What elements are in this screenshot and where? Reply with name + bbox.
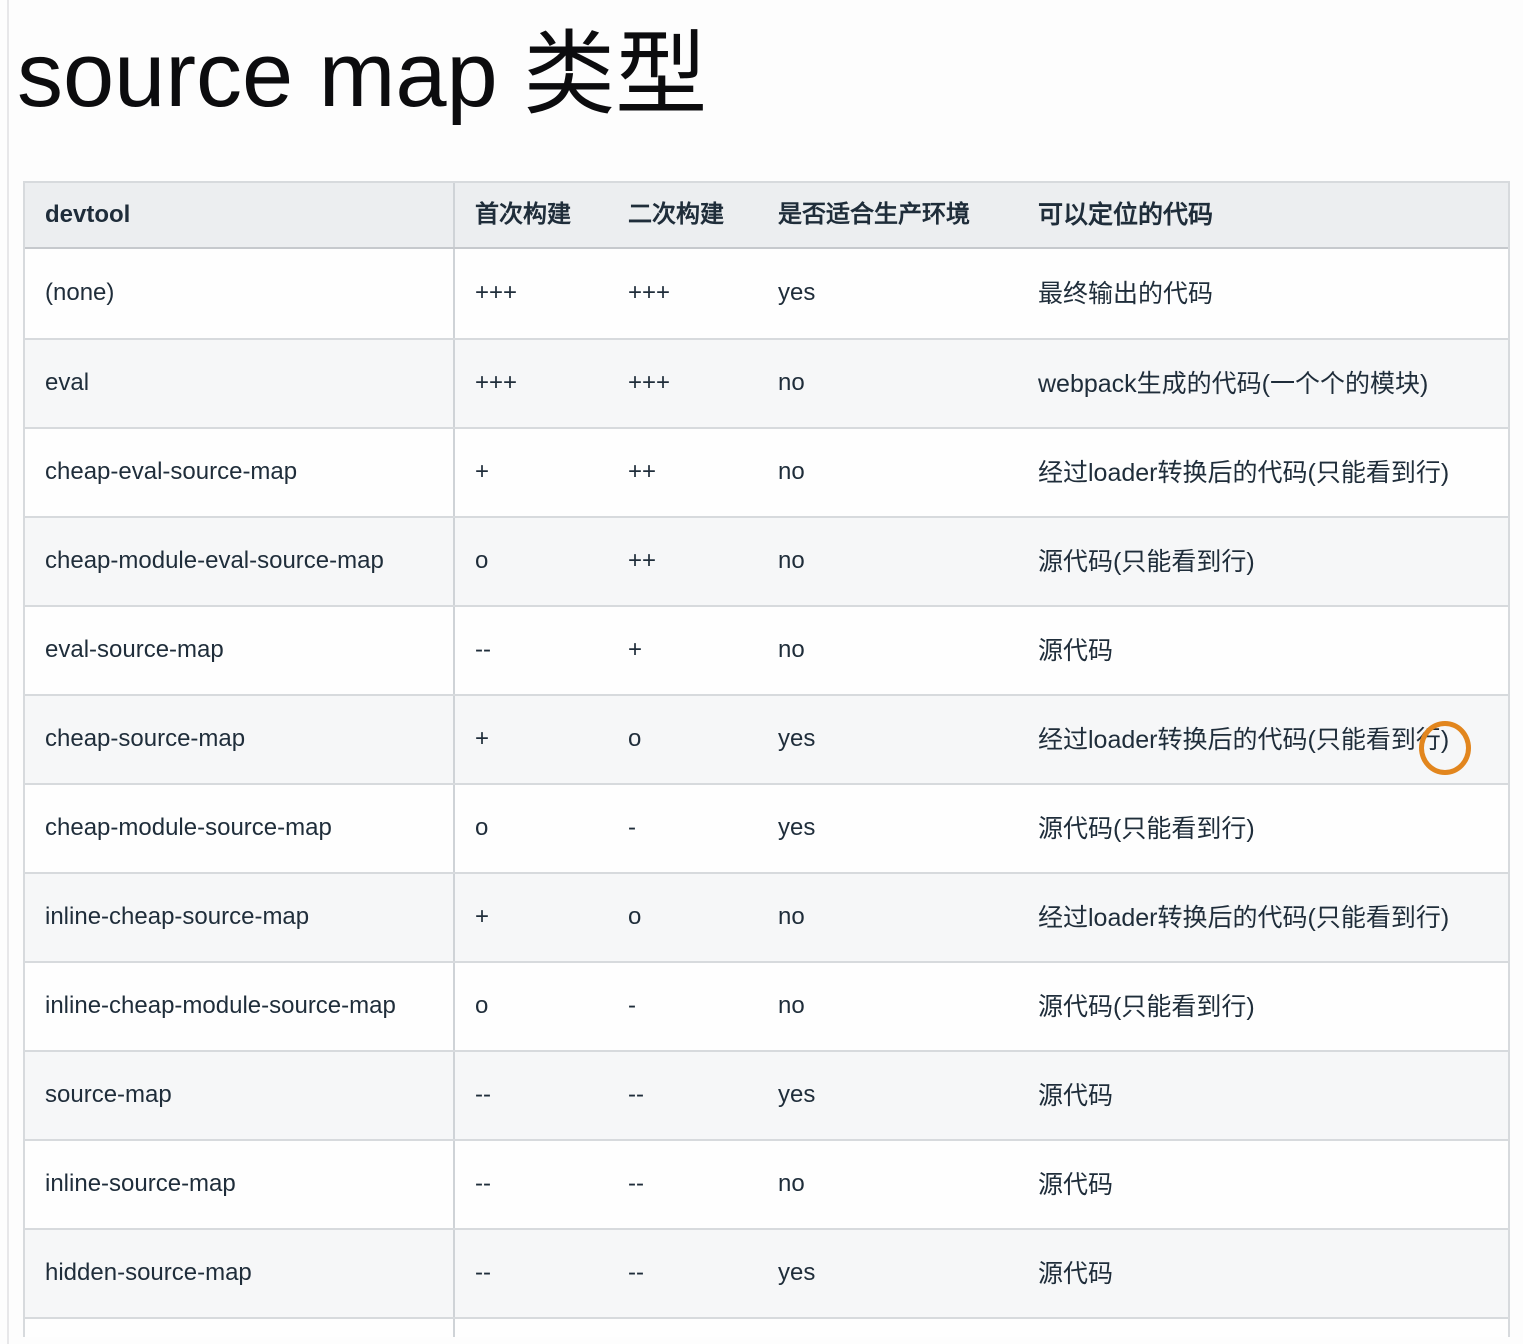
second-build-cell: --	[628, 1081, 644, 1109]
header-cell: 可以定位的代码	[1038, 201, 1214, 229]
first-build-cell: o	[475, 992, 489, 1020]
second-build-cell: o	[628, 903, 642, 931]
locatable-code-cell: 经过loader转换后的代码(只能看到行)	[1038, 458, 1450, 487]
devtool-cell: cheap-module-eval-source-map	[25, 518, 455, 605]
production-cell: no	[778, 369, 805, 397]
table-row: inline-cheap-source-map + o no 经过loader转换后的代…	[25, 872, 1508, 961]
first-build-cell: --	[475, 1170, 491, 1198]
devtool-cell: cheap-source-map	[25, 696, 455, 783]
locatable-code-cell: 源代码(只能看到行)	[1038, 992, 1255, 1021]
first-build-cell: +++	[475, 279, 518, 307]
header-cell: 是否适合生产环境	[778, 200, 970, 228]
second-build-cell: +++	[628, 369, 671, 397]
production-cell: no	[778, 458, 805, 486]
second-build-cell: o	[628, 725, 642, 753]
table-body: (none) +++ +++ yes 最终输出的代码 eval +++ +++ no webpac…	[25, 249, 1508, 1317]
locatable-code-cell: 源代码	[1038, 636, 1114, 665]
first-build-cell: --	[475, 636, 491, 664]
locatable-code-cell: 最终输出的代码	[1038, 279, 1214, 308]
table-row: eval +++ +++ no webpack生成的代码(一个个的模块)	[25, 338, 1508, 427]
devtool-cell: cheap-module-source-map	[25, 785, 455, 872]
locatable-code-cell: 经过loader转换后的代码(只能看到行)	[1038, 903, 1450, 932]
devtool-cell: source-map	[25, 1052, 455, 1139]
second-build-cell: -	[628, 992, 636, 1020]
production-cell: no	[778, 1170, 805, 1198]
devtool-cell: eval	[25, 340, 455, 427]
first-build-cell: +	[475, 725, 490, 753]
first-build-cell: --	[475, 1259, 491, 1287]
header-cell: 二次构建	[628, 200, 724, 228]
table-row: inline-source-map -- -- no 源代码	[25, 1139, 1508, 1228]
production-cell: yes	[778, 1259, 816, 1287]
second-build-cell: +++	[628, 279, 671, 307]
header-cell: 首次构建	[475, 200, 571, 228]
devtool-cell: inline-source-map	[25, 1141, 455, 1228]
first-build-cell: o	[475, 547, 489, 575]
first-build-cell: +	[475, 458, 490, 486]
locatable-code-cell: 源代码(只能看到行)	[1038, 814, 1255, 843]
devtool-cell	[25, 1319, 455, 1337]
table-row: cheap-eval-source-map + ++ no 经过loader转换后的代码…	[25, 427, 1508, 516]
locatable-code-cell: 源代码(只能看到行)	[1038, 547, 1255, 576]
first-build-cell: +	[475, 903, 490, 931]
page-edge-line	[7, 0, 9, 1344]
second-build-cell: +	[628, 636, 643, 664]
header-cell: devtool	[25, 183, 455, 247]
locatable-code-cell: 源代码	[1038, 1259, 1114, 1288]
devtool-cell: inline-cheap-module-source-map	[25, 963, 455, 1050]
table-row: hidden-source-map -- -- yes 源代码	[25, 1228, 1508, 1317]
table-header-row: devtool 首次构建 二次构建 是否适合生产环境 可以定位的代码	[25, 183, 1508, 249]
devtool-table: devtool 首次构建 二次构建 是否适合生产环境 可以定位的代码 (none) +++…	[23, 181, 1510, 1337]
table-row-partial	[25, 1317, 1508, 1337]
second-build-cell: ++	[628, 458, 657, 486]
devtool-cell: hidden-source-map	[25, 1230, 455, 1317]
locatable-code-cell: 经过loader转换后的代码(只能看到行)	[1038, 725, 1450, 754]
table-row: cheap-module-source-map o - yes 源代码(只能看到行)	[25, 783, 1508, 872]
second-build-cell: --	[628, 1259, 644, 1287]
production-cell: no	[778, 992, 805, 1020]
devtool-cell: (none)	[25, 249, 455, 338]
production-cell: no	[778, 903, 805, 931]
second-build-cell: -	[628, 814, 636, 842]
production-cell: yes	[778, 279, 816, 307]
production-cell: no	[778, 547, 805, 575]
table-row: eval-source-map -- + no 源代码	[25, 605, 1508, 694]
production-cell: yes	[778, 814, 816, 842]
second-build-cell: --	[628, 1170, 644, 1198]
first-build-cell: --	[475, 1081, 491, 1109]
page-title: source map 类型	[17, 24, 708, 126]
devtool-cell: cheap-eval-source-map	[25, 429, 455, 516]
locatable-code-cell: 源代码	[1038, 1170, 1114, 1199]
table-row: cheap-module-eval-source-map o ++ no 源代码(只能看…	[25, 516, 1508, 605]
table-row: (none) +++ +++ yes 最终输出的代码	[25, 249, 1508, 338]
first-build-cell: o	[475, 814, 489, 842]
locatable-code-cell: webpack生成的代码(一个个的模块)	[1038, 369, 1429, 398]
table-row: cheap-source-map + o yes 经过loader转换后的代码(只能看到…	[25, 694, 1508, 783]
production-cell: yes	[778, 725, 816, 753]
locatable-code-cell: 源代码	[1038, 1081, 1114, 1110]
table-row: inline-cheap-module-source-map o - no 源代码(只能…	[25, 961, 1508, 1050]
devtool-cell: eval-source-map	[25, 607, 455, 694]
production-cell: no	[778, 636, 805, 664]
table-row: source-map -- -- yes 源代码	[25, 1050, 1508, 1139]
first-build-cell: +++	[475, 369, 518, 397]
second-build-cell: ++	[628, 547, 657, 575]
devtool-cell: inline-cheap-source-map	[25, 874, 455, 961]
production-cell: yes	[778, 1081, 816, 1109]
